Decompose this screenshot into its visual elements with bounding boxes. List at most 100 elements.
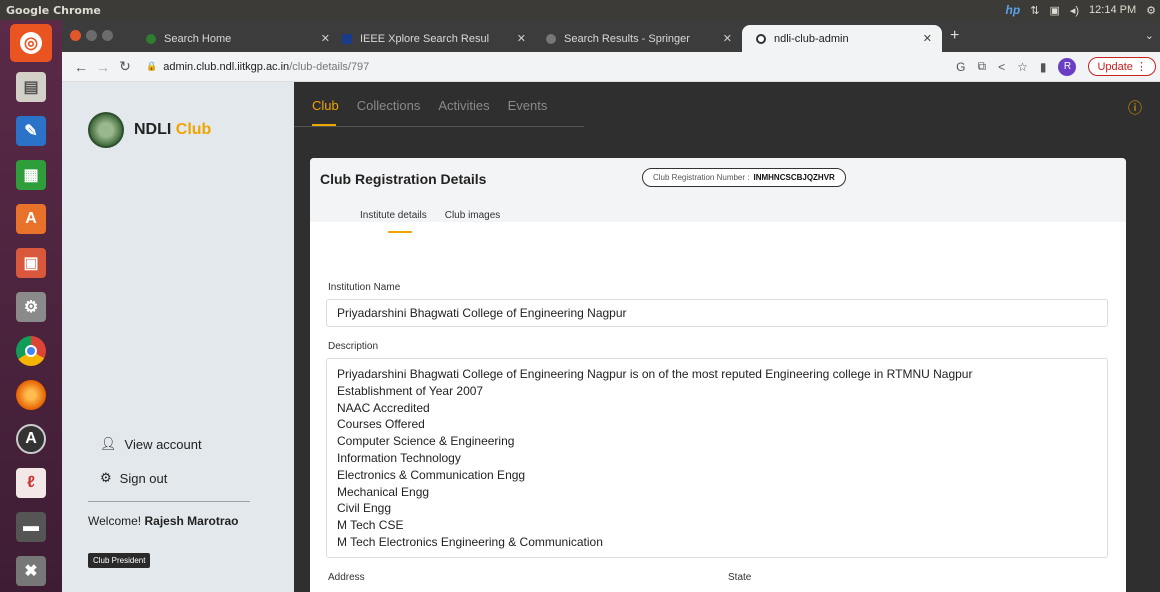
maximize-window-icon[interactable] bbox=[102, 30, 113, 41]
club-registration-card: Club Registration Details Club Registrat… bbox=[310, 158, 1126, 592]
ndli-logo-emblem-icon bbox=[88, 112, 124, 148]
main-tabs: Club Collections Activities Events bbox=[312, 98, 547, 113]
share-icon[interactable]: < bbox=[998, 60, 1005, 74]
software-center-icon[interactable]: A bbox=[10, 200, 52, 238]
update-button[interactable]: Update ⋮ bbox=[1088, 57, 1156, 76]
info-icon[interactable]: ⓘ bbox=[1128, 98, 1142, 118]
subtab-club-images[interactable]: Club images bbox=[445, 210, 501, 221]
tab-label: IEEE Xplore Search Resul bbox=[360, 32, 490, 45]
tab-club[interactable]: Club bbox=[312, 98, 339, 113]
calc-icon[interactable]: ▦ bbox=[10, 156, 52, 194]
keyboard-icon[interactable]: ▣ bbox=[1049, 4, 1059, 17]
tab-ieee-xplore[interactable]: IEEE Xplore Search Resul ✕ bbox=[328, 25, 536, 52]
card-subtabs: Institute details Club images bbox=[360, 210, 500, 221]
volume-icon[interactable]: ◂) bbox=[1070, 4, 1079, 17]
back-arrow-icon[interactable]: ← bbox=[70, 59, 92, 75]
tab-springer[interactable]: Search Results - Springer ✕ bbox=[532, 25, 742, 52]
firefox-icon[interactable] bbox=[10, 376, 52, 414]
description-line: Civil Engg bbox=[337, 501, 392, 516]
window-controls[interactable] bbox=[70, 30, 113, 41]
reg-number-label: Club Registration Number : bbox=[653, 173, 750, 182]
toolbar-actions: G ⧉ < ☆ ▮ R Update ⋮ bbox=[956, 57, 1156, 76]
tab-events[interactable]: Events bbox=[508, 98, 548, 113]
ubuntu-launcher: ◎ ▤ ✎ ▦ A ▣ ⚙ A ℓ ▬ ✖ bbox=[0, 20, 62, 592]
reload-icon[interactable]: ↻ bbox=[114, 58, 136, 75]
settings-gear-icon[interactable]: ⚙ bbox=[1146, 4, 1156, 17]
lock-icon[interactable]: 🔒 bbox=[146, 61, 157, 72]
sidebar: NDLI Club 👤︎ View account ⚙ Sign out Wel… bbox=[62, 82, 294, 592]
close-tab-icon[interactable]: ✕ bbox=[923, 32, 932, 45]
sign-out-link[interactable]: ⚙ Sign out bbox=[100, 470, 167, 486]
registration-number-badge: Club Registration Number : INMHNCSCBJQZHV… bbox=[642, 168, 846, 187]
institution-name-label: Institution Name bbox=[328, 282, 401, 293]
card-header: Club Registration Details Club Registrat… bbox=[310, 158, 1126, 222]
sidebar-divider bbox=[88, 501, 250, 502]
tab-label: Search Results - Springer bbox=[564, 32, 690, 45]
tab-collections[interactable]: Collections bbox=[357, 98, 421, 113]
os-top-bar: Google Chrome hp ⇅ ▣ ◂) 12:14 PM ⚙ bbox=[0, 0, 1160, 20]
welcome-text: Welcome! Rajesh Marotrao bbox=[88, 512, 258, 530]
close-tab-icon[interactable]: ✕ bbox=[517, 32, 526, 45]
chrome-icon[interactable] bbox=[10, 332, 52, 370]
forward-arrow-icon[interactable]: → bbox=[92, 59, 114, 75]
tab-activities[interactable]: Activities bbox=[438, 98, 489, 113]
role-badge: Club President bbox=[88, 553, 151, 568]
files-icon[interactable]: ▤ bbox=[10, 68, 52, 106]
trash-icon[interactable]: ✖ bbox=[10, 552, 52, 590]
address-label: Address bbox=[328, 572, 365, 583]
network-icon[interactable]: ⇅ bbox=[1030, 4, 1039, 17]
hp-icon[interactable]: hp bbox=[1006, 3, 1021, 17]
tab-search-chevron-down-icon[interactable]: ⌄ bbox=[1145, 29, 1154, 42]
google-icon[interactable]: G bbox=[956, 60, 965, 74]
top-navigation: Club Collections Activities Events ⓘ bbox=[294, 82, 1160, 132]
update-manager-icon[interactable]: A bbox=[10, 420, 52, 458]
profile-avatar[interactable]: R bbox=[1058, 57, 1077, 76]
impress-icon[interactable]: ▣ bbox=[10, 244, 52, 282]
browser-tab-bar: Search Home ✕ IEEE Xplore Search Resul ✕… bbox=[62, 20, 1160, 52]
person-icon: 👤︎ bbox=[100, 436, 117, 451]
open-in-app-icon[interactable]: ⧉ bbox=[977, 59, 986, 74]
subtab-institute-details[interactable]: Institute details bbox=[360, 210, 427, 221]
screenshot-icon[interactable]: ▬ bbox=[10, 508, 52, 546]
clock[interactable]: 12:14 PM bbox=[1089, 4, 1136, 16]
tabs-underline bbox=[294, 126, 584, 127]
system-settings-icon[interactable]: ⚙ bbox=[10, 288, 52, 326]
signature-app-icon[interactable]: ℓ bbox=[10, 464, 52, 502]
ubuntu-dash-icon[interactable]: ◎ bbox=[10, 24, 52, 62]
ndli-club-logo[interactable]: NDLI Club bbox=[88, 112, 211, 148]
description-line: Establishment of Year 2007 bbox=[337, 383, 484, 398]
side-panel-icon[interactable]: ▮ bbox=[1040, 60, 1047, 74]
description-line: NAAC Accredited bbox=[337, 400, 430, 415]
description-line: Courses Offered bbox=[337, 417, 425, 432]
ndli-favicon-icon bbox=[756, 33, 766, 44]
tab-ndli-club-admin[interactable]: ndli-club-admin ✕ bbox=[742, 25, 942, 52]
close-tab-icon[interactable]: ✕ bbox=[723, 32, 732, 45]
description-line: Mechanical Engg bbox=[337, 484, 430, 499]
close-window-icon[interactable] bbox=[70, 30, 81, 41]
gear-icon: ⚙ bbox=[100, 470, 112, 485]
tab-search-home[interactable]: Search Home ✕ bbox=[132, 25, 340, 52]
tab-label: ndli-club-admin bbox=[774, 32, 849, 45]
institution-name-input[interactable]: Priyadarshini Bhagwati College of Engine… bbox=[326, 299, 1108, 327]
view-account-label: View account bbox=[124, 436, 202, 452]
description-line: Information Technology bbox=[337, 450, 461, 465]
description-line: Computer Science & Engineering bbox=[337, 434, 515, 449]
url-path: /club-details/797 bbox=[289, 60, 370, 73]
page-content: NDLI Club 👤︎ View account ⚙ Sign out Wel… bbox=[62, 82, 1160, 592]
os-tray: hp ⇅ ▣ ◂) 12:14 PM ⚙ bbox=[1006, 0, 1156, 20]
description-textarea[interactable]: Priyadarshini Bhagwati College of Engine… bbox=[326, 358, 1108, 558]
tab-label: Search Home bbox=[164, 32, 232, 45]
url-field[interactable]: 🔒 admin.club.ndl.iitkgp.ac.in/club-detai… bbox=[146, 61, 369, 73]
new-tab-plus-icon[interactable]: + bbox=[950, 27, 959, 45]
logo-accent: Club bbox=[175, 121, 212, 138]
bookmark-star-icon[interactable]: ☆ bbox=[1017, 60, 1028, 74]
screen: Google Chrome hp ⇅ ▣ ◂) 12:14 PM ⚙ ◎ ▤ ✎… bbox=[0, 0, 1160, 592]
logo-main: NDLI bbox=[134, 121, 172, 138]
minimize-window-icon[interactable] bbox=[86, 30, 97, 41]
writer-icon[interactable]: ✎ bbox=[10, 112, 52, 150]
view-account-link[interactable]: 👤︎ View account bbox=[100, 436, 202, 452]
user-name: Rajesh Marotrao bbox=[144, 514, 239, 528]
browser-address-bar: ← → ↻ 🔒 admin.club.ndl.iitkgp.ac.in/club… bbox=[62, 52, 1160, 82]
description-label: Description bbox=[328, 341, 379, 352]
springer-favicon-icon bbox=[546, 33, 556, 44]
